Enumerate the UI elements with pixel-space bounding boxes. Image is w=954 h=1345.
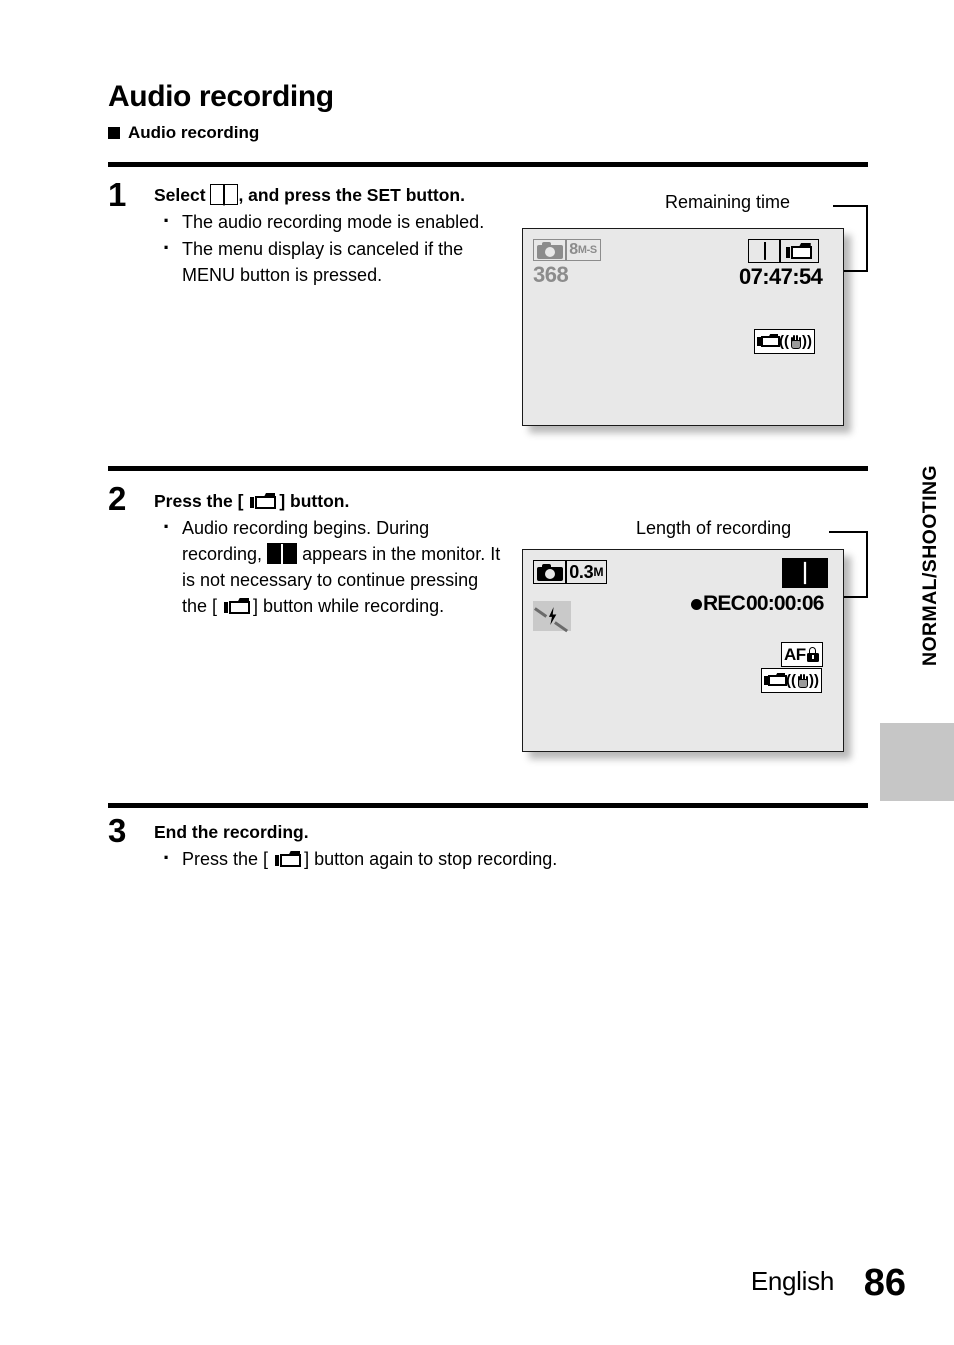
lock-icon [806,647,819,662]
camcorder-glyph [757,334,780,349]
divider-rule-top [108,162,868,167]
microphone-icon [210,182,239,207]
image-stabilizer-icon: (( )) [754,329,815,354]
rec-time-value: 00:00:06 [745,592,824,615]
camcorder-glyph [764,673,787,688]
photo-camera-glyph [537,563,563,581]
step-1-body: Select , and press the SET button. The a… [154,183,499,288]
step-3-bullet-list: Press the [ ] button again to stop recor… [154,845,754,872]
camcorder-icon [224,598,251,615]
photo-camera-icon [533,560,567,584]
divider-rule-middle [108,466,868,471]
step-3-body: End the recording. Press the [ ] button … [154,820,754,872]
resolution-badge-1: 8 M-S [565,239,601,261]
resolution-main: 8 [569,241,578,258]
photo-camera-glyph [537,241,563,259]
camcorder-glyph [785,242,813,260]
list-item: The menu display is canceled if the MENU… [154,235,499,288]
shots-remaining-count: 368 [533,262,569,287]
callout-label-length-of-recording: Length of recording [636,518,792,538]
side-tab-marker [880,723,954,801]
microphone-icon [748,239,781,263]
shaking-hand-glyph: (( )) [786,672,819,689]
lcd-screen-2: 0.3 M REC 00:00:06 AF (()) [522,549,844,752]
microphone-glyph [281,541,284,567]
step-2-body: Press the [ ] button. Audio recording be… [154,489,504,619]
microphone-icon [267,541,298,567]
list-item: The audio recording mode is enabled. [154,208,499,235]
step-3-number: 3 [108,812,127,849]
flash-slash-1 [534,607,548,618]
callout-leader-vertical [866,205,868,272]
rec-label: REC [703,592,746,615]
step-1-heading: Select , and press the SET button. [154,183,499,208]
photo-camera-icon [533,239,567,261]
microphone-glyph [803,561,807,585]
resolution-main: 0.3 [569,561,594,582]
hand-icon [796,674,809,688]
recording-indicator: REC 00:00:06 [691,592,824,616]
section-subheading-label: Audio recording [128,123,260,142]
microphone-glyph [223,182,226,207]
page-title: Audio recording [108,80,334,113]
camcorder-icon [250,493,277,510]
manual-page: Audio recording Audio recording 1 Select… [0,0,954,1345]
section-subheading: Audio recording [108,123,259,143]
divider-rule-bottom [108,803,868,808]
step-3-heading: End the recording. [154,822,309,842]
hand-icon [789,335,802,349]
camcorder-icon [779,239,820,263]
osd-mode-and-resolution-1: 8 M-S [533,239,601,261]
footer-page-number: 86 [863,1262,906,1304]
callout-leader-horizontal-top [833,205,868,207]
step-1-heading-text-before: Select [154,185,206,205]
step-2-text-c: ] button while recording. [253,596,445,616]
step-1-bullet-list: The audio recording mode is enabled. The… [154,208,499,288]
shaking-hand-glyph: (( )) [779,333,812,350]
resolution-badge-2: 0.3 M [565,560,608,584]
list-item: Audio recording begins. During recording… [154,514,504,619]
side-tab-label: NORMAL/SHOOTING [919,465,941,666]
step-2-number: 2 [108,480,127,517]
image-stabilizer-icon: (( )) [761,668,822,693]
resolution-sub: M-S [577,244,597,256]
square-bullet-icon [108,127,120,139]
step-1-heading-text-after: , and press the SET button. [238,185,465,205]
osd-mic-camcorder-badges [748,239,820,263]
step-2-heading: Press the [ ] button. [154,489,504,514]
record-dot-icon [691,598,702,610]
step-1-number: 1 [108,176,127,213]
flash-off-icon [533,601,571,632]
step-2-bullet-list: Audio recording begins. During recording… [154,514,504,619]
microphone-glyph [763,242,766,260]
microphone-icon [782,558,828,588]
callout2-leader-horizontal-top [829,531,868,533]
callout-label-remaining-time: Remaining time [665,192,791,212]
af-lock-label: AF [784,644,806,664]
step-3-text-a: Press the [ [182,849,269,869]
camcorder-icon [275,851,302,868]
osd-mode-and-resolution-2: 0.3 M [533,560,608,584]
list-item: Press the [ ] button again to stop recor… [154,845,754,872]
lcd-screen-1: 8 M-S 368 07:47:54 (()) [522,228,844,426]
remaining-time-value: 07:47:54 [739,264,823,289]
callout2-leader-vertical [866,531,868,598]
step-3-text-b: ] button again to stop recording. [304,849,558,869]
af-lock-icon: AF [781,642,823,667]
step-2-heading-text-before: Press the [ [154,491,244,511]
microphone-badge [782,558,828,588]
resolution-sub: M [593,565,604,579]
flash-slash-2 [554,621,569,632]
step-2-heading-text-after: ] button. [279,491,350,511]
footer-language: English [750,1266,834,1296]
